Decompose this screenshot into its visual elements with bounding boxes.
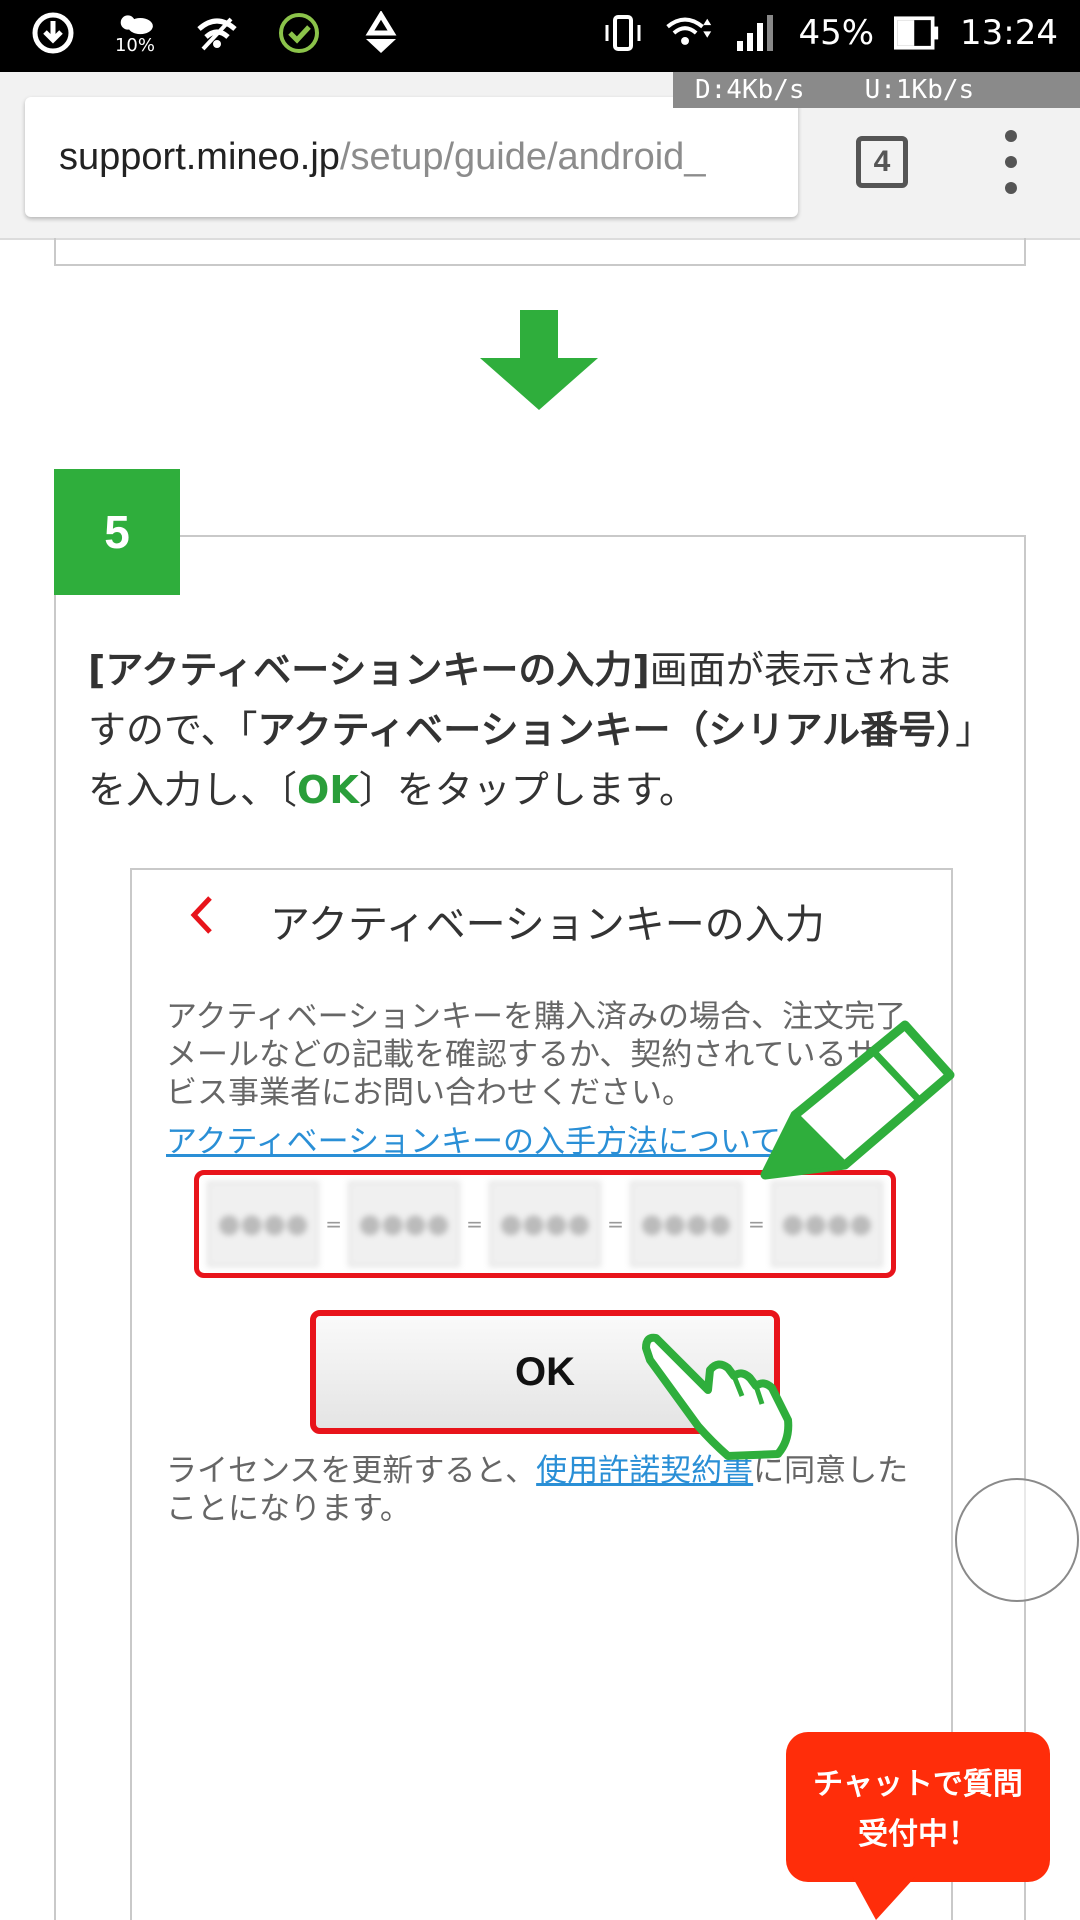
url-path: /setup/guide/android_ bbox=[339, 135, 706, 178]
license-prefix: ライセンスを更新すると、 bbox=[166, 1453, 537, 1489]
key-segment: ●●●● bbox=[347, 1181, 461, 1267]
url-host: support.mineo.jp bbox=[59, 135, 340, 178]
battery-icon bbox=[894, 10, 940, 56]
back-chevron-icon bbox=[190, 896, 212, 934]
weather-label: 10% bbox=[114, 35, 155, 56]
download-icon bbox=[30, 10, 76, 56]
wifi-icon bbox=[666, 10, 712, 56]
separator: = bbox=[325, 1212, 342, 1236]
notification-icons: 10% bbox=[30, 10, 404, 56]
screenshot-title: アクティベーションキーの入力 bbox=[270, 902, 825, 948]
pointing-hand-icon bbox=[642, 1333, 793, 1460]
wifi-eye-icon bbox=[194, 10, 240, 56]
signal-icon bbox=[732, 10, 778, 56]
separator: = bbox=[748, 1212, 765, 1236]
weather-icon: 10% bbox=[112, 10, 158, 56]
floating-scroll-button[interactable] bbox=[955, 1478, 1079, 1602]
chat-bubble-tail bbox=[852, 1876, 916, 1920]
previous-step-box bbox=[54, 238, 1026, 266]
chat-support-button[interactable]: チャットで質問 受付中！ bbox=[786, 1732, 1050, 1882]
separator: = bbox=[607, 1212, 624, 1236]
clock: 13:24 bbox=[960, 13, 1058, 53]
chat-line-1: チャットで質問 bbox=[813, 1767, 1023, 1802]
pencil-icon bbox=[760, 1020, 955, 1180]
upload-speed: U:1Kb/s bbox=[864, 75, 975, 105]
down-arrow-icon bbox=[480, 310, 598, 410]
separator: = bbox=[466, 1212, 483, 1236]
recycle-icon bbox=[358, 10, 404, 56]
key-segment: ●●●● bbox=[488, 1181, 602, 1267]
how-to-get-key-link[interactable]: アクティベーションキーの入手方法について bbox=[166, 1116, 781, 1161]
step-instruction: [アクティベーションキーの入力]画面が表示されますので、「アクティベーションキー… bbox=[88, 640, 988, 820]
vibrate-icon bbox=[600, 10, 646, 56]
tab-switcher-button[interactable]: 4 bbox=[856, 136, 908, 188]
step-number-badge: 5 bbox=[54, 469, 180, 595]
instruction-key-name: アクティベーションキー（シリアル番号） bbox=[257, 708, 956, 752]
url-bar[interactable]: support.mineo.jp /setup/guide/android_ bbox=[25, 97, 798, 217]
instruction-screen-name: [アクティベーションキーの入力] bbox=[88, 648, 650, 692]
license-note: ライセンスを更新すると、使用許諾契約書に同意したことになります。 bbox=[166, 1452, 926, 1528]
check-circle-icon bbox=[276, 10, 322, 56]
overflow-menu-icon[interactable] bbox=[994, 130, 1028, 194]
network-speed-overlay: D:4Kb/s U:1Kb/s bbox=[673, 72, 1080, 108]
key-segment: ●●●● bbox=[207, 1181, 320, 1267]
status-bar: 10% 45% 13:24 bbox=[0, 0, 1080, 72]
instruction-text-3: 〕をタップします。 bbox=[358, 768, 697, 812]
system-indicators: 45% 13:24 bbox=[600, 10, 1058, 56]
instruction-ok: OK bbox=[297, 768, 359, 812]
battery-percent: 45% bbox=[798, 13, 875, 53]
key-segment: ●●●● bbox=[629, 1181, 743, 1267]
download-speed: D:4Kb/s bbox=[695, 75, 805, 105]
chat-line-2: 受付中！ bbox=[858, 1817, 978, 1852]
